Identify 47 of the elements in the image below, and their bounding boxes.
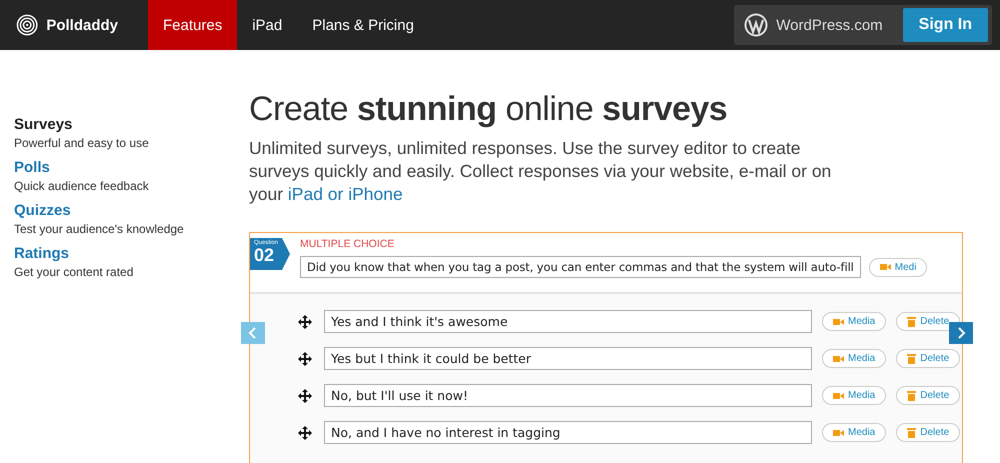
trash-icon <box>907 390 916 400</box>
delete-button[interactable]: Delete <box>896 312 960 331</box>
nav-tab[interactable]: Plans & Pricing <box>297 0 429 50</box>
camera-icon <box>833 354 844 362</box>
media-button[interactable]: Media <box>822 386 886 405</box>
answer-input-field[interactable]: Yes and I think it's awesome <box>324 310 812 333</box>
question-type-label: MULTIPLE CHOICE <box>300 238 396 250</box>
delete-button[interactable]: Delete <box>896 386 960 405</box>
brand-name[interactable]: Polldaddy <box>46 16 118 34</box>
camera-icon <box>880 263 891 271</box>
answer-input-field[interactable]: Yes but I think it could be better <box>324 347 812 370</box>
delete-button[interactable]: Delete <box>896 423 960 442</box>
media-button[interactable]: Medi <box>868 258 928 276</box>
move-handle-icon[interactable] <box>298 314 312 328</box>
sidebar-description: Powerful and easy to use <box>14 136 150 150</box>
answer-input-field[interactable]: No, and I have no interest in tagging <box>324 421 812 444</box>
question-input-field[interactable]: Did you know that when you tag a post, you can enter commas and that the system will auto-fill <box>300 256 861 278</box>
question-number: 02 <box>254 246 274 264</box>
wordpress-link[interactable]: WordPress.com <box>776 16 883 34</box>
sign-in-button[interactable]: Sign In <box>902 8 988 42</box>
move-handle-icon[interactable] <box>298 352 312 366</box>
trash-icon <box>907 428 916 438</box>
trash-icon <box>907 354 916 364</box>
wordpress-logo-icon <box>744 13 768 37</box>
page-heading: Create stunning online surveys <box>249 90 728 129</box>
sidebar-description: Get your content rated <box>14 265 134 279</box>
trash-icon <box>907 316 916 326</box>
intro-paragraph: Unlimited surveys, unlimited responses. Use the survey editor to create surveys quickly and easily. Collect responses via your website, e-mail or on your iPad or iPhone <box>249 137 832 206</box>
ipad-iphone-link[interactable]: iPad or iPhone <box>288 184 403 204</box>
sidebar-description: Test your audience's knowledge <box>14 222 185 236</box>
camera-icon <box>833 318 844 326</box>
camera-icon <box>833 392 844 400</box>
move-handle-icon[interactable] <box>298 426 312 440</box>
sidebar-link[interactable]: Polls <box>14 159 235 176</box>
sidebar-description: Quick audience feedback <box>14 179 150 193</box>
delete-button[interactable]: Delete <box>896 349 960 368</box>
sidebar-link[interactable]: Quizzes <box>14 202 235 219</box>
sidebar-link[interactable]: Surveys <box>14 116 235 133</box>
media-button[interactable]: Media <box>822 423 886 442</box>
camera-icon <box>833 428 844 436</box>
nav-tab[interactable]: iPad <box>237 0 298 50</box>
media-button[interactable]: Media <box>822 312 886 331</box>
media-button[interactable]: Media <box>822 349 886 368</box>
sidebar-link[interactable]: Ratings <box>14 245 235 262</box>
answer-input-field[interactable]: No, but I'll use it now! <box>324 384 812 407</box>
move-handle-icon[interactable] <box>298 388 312 402</box>
nav-tab[interactable]: Features <box>148 0 238 50</box>
